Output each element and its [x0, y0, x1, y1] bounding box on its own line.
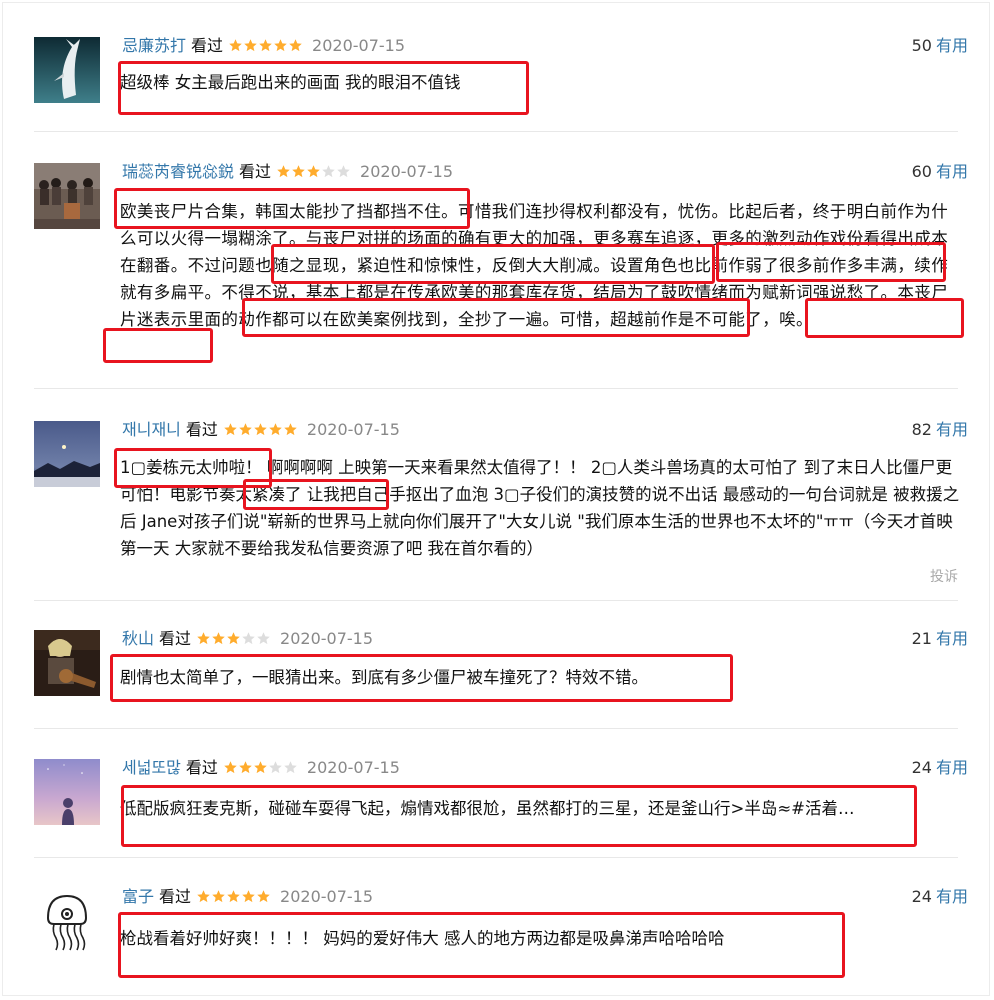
star-filled-icon [223, 422, 238, 437]
highlight-box [271, 244, 715, 284]
highlight-box [805, 298, 964, 338]
watch-status: 看过 [185, 420, 218, 439]
helpful-vote[interactable]: 50 有用 [912, 35, 968, 57]
rating-stars [228, 38, 303, 53]
star-filled-icon [211, 631, 226, 646]
jellyfish-avatar-icon[interactable] [34, 888, 100, 954]
divider [34, 388, 958, 389]
star-filled-icon [228, 38, 243, 53]
highlight-box [110, 654, 733, 702]
review-author-link[interactable]: 秋山 [122, 629, 154, 648]
divider [34, 600, 958, 601]
useful-button[interactable]: 有用 [936, 36, 968, 55]
star-empty-icon [241, 631, 256, 646]
whale-avatar-icon[interactable] [34, 37, 100, 103]
rating-stars [276, 164, 351, 179]
highlight-box [114, 188, 470, 229]
guitarist-avatar-icon[interactable] [34, 630, 100, 696]
star-empty-icon [268, 760, 283, 775]
star-filled-icon [211, 889, 226, 904]
star-empty-icon [321, 164, 336, 179]
review-author-link[interactable]: 富子 [122, 887, 154, 906]
divider [34, 857, 958, 858]
helpful-vote[interactable]: 24 有用 [912, 886, 968, 908]
review-date: 2020-07-15 [360, 162, 454, 181]
star-filled-icon [241, 889, 256, 904]
review-date: 2020-07-15 [306, 420, 400, 439]
star-empty-icon [336, 164, 351, 179]
star-filled-icon [238, 422, 253, 437]
star-filled-icon [268, 422, 283, 437]
rating-stars [196, 889, 271, 904]
star-filled-icon [276, 164, 291, 179]
watch-status: 看过 [159, 629, 192, 648]
vote-count: 21 [911, 629, 932, 648]
highlight-box [103, 328, 213, 363]
dusk-silhouette-avatar-icon[interactable] [34, 759, 100, 825]
review-author-link[interactable]: 瑞蕊芮睿锐惢鋭 [122, 162, 234, 181]
vote-count: 82 [911, 420, 932, 439]
star-filled-icon [288, 38, 303, 53]
review-author-link[interactable]: 세넓또많 [122, 758, 181, 777]
star-filled-icon [196, 631, 211, 646]
useful-button[interactable]: 有用 [936, 420, 968, 439]
crowd-photo-avatar-icon[interactable] [34, 163, 100, 229]
star-filled-icon [238, 760, 253, 775]
watch-status: 看过 [185, 758, 218, 777]
useful-button[interactable]: 有用 [936, 758, 968, 777]
highlight-box [716, 242, 946, 282]
highlight-box [242, 298, 750, 337]
report-link[interactable]: 投诉 [930, 566, 958, 586]
star-filled-icon [291, 164, 306, 179]
star-filled-icon [273, 38, 288, 53]
watch-status: 看过 [191, 36, 224, 55]
star-filled-icon [226, 631, 241, 646]
rating-stars [223, 422, 298, 437]
vote-count: 24 [911, 758, 932, 777]
star-filled-icon [243, 38, 258, 53]
divider [34, 131, 958, 132]
useful-button[interactable]: 有用 [936, 887, 968, 906]
helpful-vote[interactable]: 60 有用 [912, 161, 968, 183]
helpful-vote[interactable]: 24 有用 [912, 757, 968, 779]
useful-button[interactable]: 有用 [936, 162, 968, 181]
useful-button[interactable]: 有用 [936, 629, 968, 648]
star-filled-icon [258, 38, 273, 53]
review-date: 2020-07-15 [280, 887, 374, 906]
review-author-link[interactable]: 忌廉苏打 [122, 36, 186, 55]
rating-stars [223, 760, 298, 775]
vote-count: 24 [911, 887, 932, 906]
star-empty-icon [283, 760, 298, 775]
helpful-vote[interactable]: 21 有用 [912, 628, 968, 650]
review-author-link[interactable]: 재니재니 [122, 420, 181, 439]
night-sky-avatar-icon[interactable] [34, 421, 100, 487]
helpful-vote[interactable]: 82 有用 [912, 419, 968, 441]
review-date: 2020-07-15 [306, 758, 400, 777]
star-filled-icon [253, 422, 268, 437]
watch-status: 看过 [239, 162, 272, 181]
review-date: 2020-07-15 [312, 36, 406, 55]
star-filled-icon [256, 889, 271, 904]
review-date: 2020-07-15 [280, 629, 374, 648]
rating-stars [196, 631, 271, 646]
star-empty-icon [256, 631, 271, 646]
highlight-box [118, 61, 529, 115]
divider [34, 728, 958, 729]
vote-count: 60 [911, 162, 932, 181]
star-filled-icon [306, 164, 321, 179]
highlight-box [118, 912, 845, 978]
star-filled-icon [223, 760, 238, 775]
highlight-box [243, 479, 389, 510]
vote-count: 50 [911, 36, 932, 55]
star-filled-icon [226, 889, 241, 904]
review-item: 재니재니 看过 2020-07-15 82 有用 1▢姜栋元太帅啦！ 啊啊啊啊 上映第… [34, 419, 968, 591]
highlight-box [121, 785, 917, 847]
star-filled-icon [196, 889, 211, 904]
star-filled-icon [253, 760, 268, 775]
watch-status: 看过 [159, 887, 192, 906]
star-filled-icon [283, 422, 298, 437]
